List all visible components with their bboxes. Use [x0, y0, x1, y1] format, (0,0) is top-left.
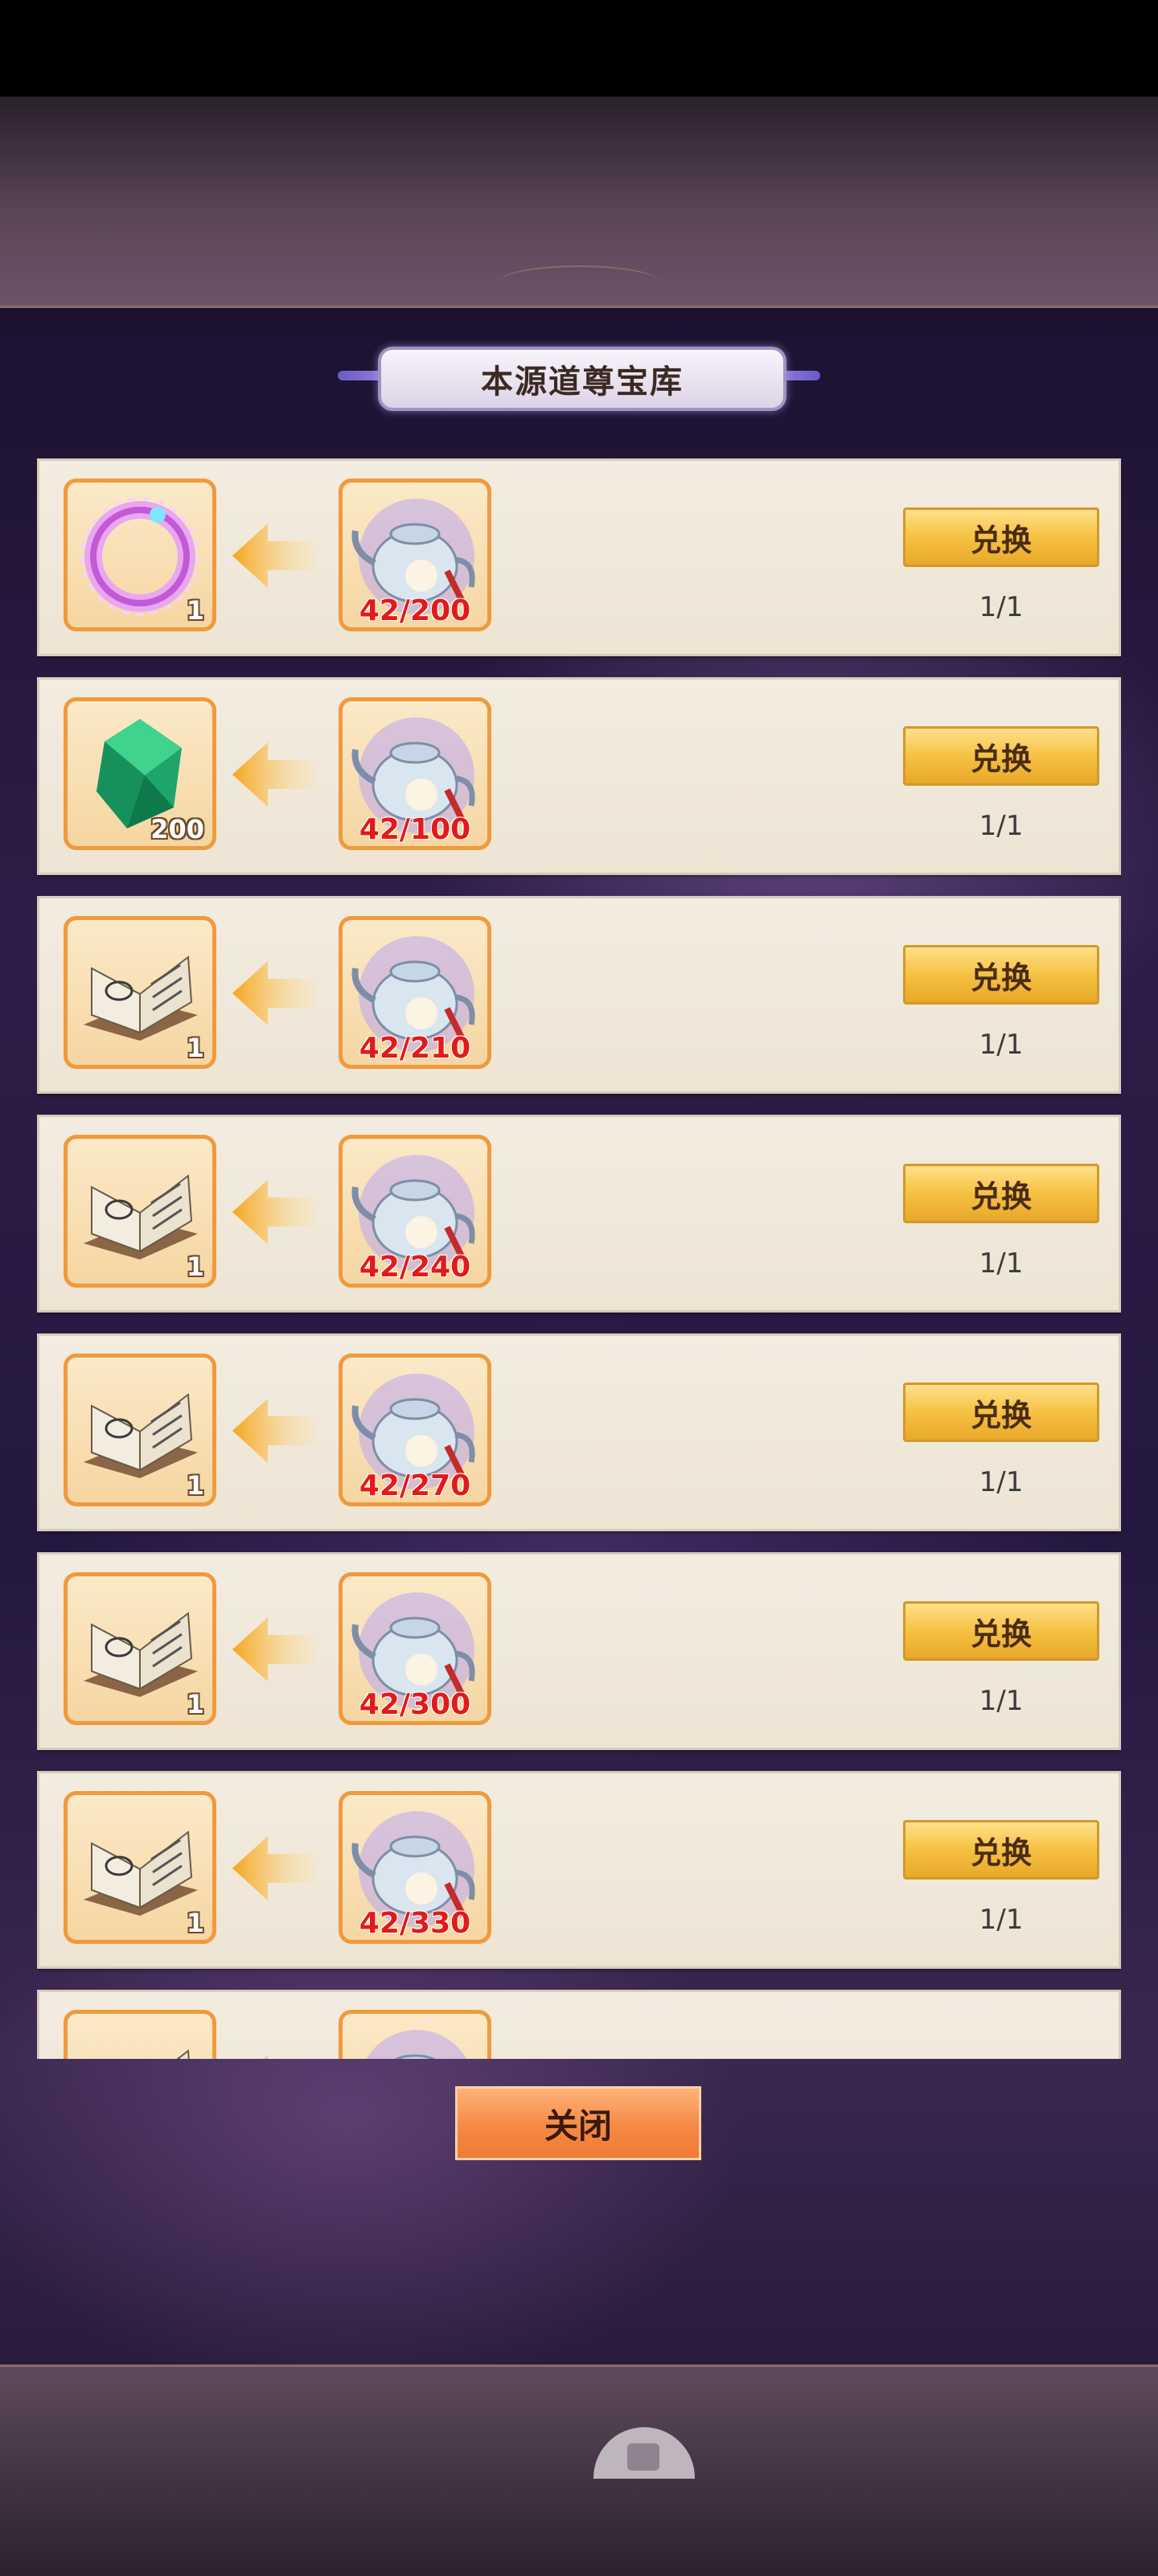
exchange-button[interactable]: 兑换 [903, 945, 1099, 1005]
cost-count: 42/200 [359, 594, 471, 627]
arrow-left-icon [232, 742, 316, 807]
exchange-limit: 1/1 [979, 1466, 1024, 1498]
reward-quantity: 1 [186, 1033, 204, 1063]
cost-item-slot[interactable]: 42/200 [339, 479, 491, 631]
cost-count: 42/100 [359, 813, 471, 846]
exchange-row: 1 42/210 兑换 1/1 [37, 896, 1121, 1094]
exchange-limit: 1/1 [979, 810, 1024, 842]
arrow-left-icon [232, 524, 316, 588]
reward-item-slot[interactable]: 1 [64, 1572, 216, 1725]
exchange-button[interactable]: 兑换 [903, 726, 1099, 786]
reward-item-slot[interactable]: 200 [64, 697, 216, 850]
close-button[interactable]: 关闭 [455, 2086, 701, 2160]
exchange-list[interactable]: 1 42/200 兑换 1/1 200 42/100 兑换 1/1 1 42/2… [37, 458, 1121, 2059]
cost-item-slot[interactable]: 42/330 [339, 1791, 491, 1944]
exchange-limit: 1/1 [979, 1685, 1024, 1717]
arrow-left-icon [232, 1836, 316, 1900]
cost-item-slot[interactable] [339, 2010, 491, 2059]
exchange-limit: 1/1 [979, 591, 1024, 623]
exchange-button[interactable]: 兑换 [903, 1601, 1099, 1661]
cost-count: 42/270 [359, 1469, 471, 1502]
arrow-left-icon [232, 1180, 316, 1244]
page-title: 本源道尊宝库 [481, 364, 684, 401]
arrow-left-icon [232, 1617, 316, 1682]
cost-item-slot[interactable]: 42/240 [339, 1135, 491, 1288]
exchange-limit: 1/1 [979, 1247, 1024, 1280]
arrow-left-icon [232, 1399, 316, 1463]
reward-quantity: 1 [186, 1908, 204, 1938]
reward-item-slot[interactable]: 1 [64, 916, 216, 1069]
exchange-row: 1 42/330 兑换 1/1 [37, 1771, 1121, 1969]
reward-quantity: 1 [186, 595, 204, 626]
exchange-row: 1 42/270 兑换 1/1 [37, 1333, 1121, 1531]
cost-count: 42/240 [359, 1251, 471, 1284]
cost-item-slot[interactable]: 42/300 [339, 1572, 491, 1725]
reward-item-slot[interactable] [64, 2010, 216, 2059]
exchange-row [37, 1990, 1121, 2059]
reward-item-slot[interactable]: 1 [64, 479, 216, 631]
reward-quantity: 1 [186, 1470, 204, 1501]
title-banner: 本源道尊宝库 [338, 342, 820, 411]
exchange-row: 1 42/200 兑换 1/1 [37, 458, 1121, 656]
exchange-limit: 1/1 [979, 1029, 1024, 1061]
exchange-row: 200 42/100 兑换 1/1 [37, 677, 1121, 875]
arrow-left-icon [232, 2055, 316, 2059]
reward-item-slot[interactable]: 1 [64, 1135, 216, 1288]
cost-item-slot[interactable]: 42/210 [339, 916, 491, 1069]
exchange-limit: 1/1 [979, 1904, 1024, 1936]
reward-quantity: 1 [186, 1689, 204, 1719]
exchange-row: 1 42/300 兑换 1/1 [37, 1552, 1121, 1750]
cost-count: 42/210 [359, 1032, 471, 1065]
cost-item-slot[interactable]: 42/270 [339, 1354, 491, 1506]
reward-item-slot[interactable]: 1 [64, 1791, 216, 1944]
exchange-button[interactable]: 兑换 [903, 1164, 1099, 1223]
exchange-button[interactable]: 兑换 [903, 1820, 1099, 1880]
arrow-left-icon [232, 961, 316, 1025]
header-ornament [499, 265, 659, 299]
exchange-button[interactable]: 兑换 [903, 1382, 1099, 1442]
reward-item-slot[interactable]: 1 [64, 1354, 216, 1506]
exchange-row: 1 42/240 兑换 1/1 [37, 1115, 1121, 1313]
cost-count: 42/330 [359, 1907, 471, 1940]
status-bar [0, 0, 1158, 97]
cost-count: 42/300 [359, 1688, 471, 1721]
reward-quantity: 1 [186, 1251, 204, 1282]
reward-quantity: 200 [150, 814, 204, 844]
cost-item-slot[interactable]: 42/100 [339, 697, 491, 850]
footer-band [0, 2364, 1158, 2576]
exchange-button[interactable]: 兑换 [903, 507, 1099, 567]
